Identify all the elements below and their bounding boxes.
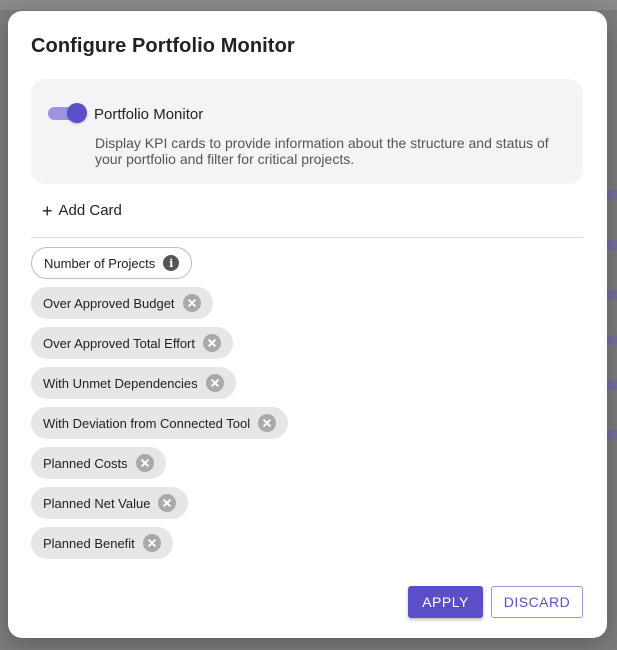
toggle-thumb xyxy=(67,103,87,123)
kpi-card-chip[interactable]: Planned Benefit xyxy=(31,527,173,559)
kpi-card-label: With Unmet Dependencies xyxy=(43,375,198,391)
background-decoration xyxy=(607,430,617,440)
kpi-card-chip[interactable]: Planned Net Value xyxy=(31,487,189,519)
close-icon[interactable] xyxy=(135,454,154,472)
background-decoration xyxy=(607,290,617,300)
close-icon[interactable] xyxy=(142,534,161,552)
kpi-card-chip[interactable]: Planned Costs xyxy=(31,447,166,479)
close-icon[interactable] xyxy=(205,374,224,392)
background-decoration xyxy=(607,190,617,200)
background-decoration xyxy=(607,380,617,390)
kpi-card-label: Planned Benefit xyxy=(43,535,135,551)
background-decoration xyxy=(607,240,617,250)
discard-button[interactable]: DISCARD xyxy=(491,586,583,618)
portfolio-monitor-description: Display KPI cards to provide information… xyxy=(95,135,549,167)
dialog-title: Configure Portfolio Monitor xyxy=(31,35,295,57)
portfolio-monitor-toggle[interactable] xyxy=(48,103,87,123)
background-page xyxy=(0,0,617,10)
configure-portfolio-monitor-dialog: Configure Portfolio Monitor Portfolio Mo… xyxy=(8,11,607,638)
kpi-card-chip[interactable]: With Deviation from Connected Tool xyxy=(31,407,289,439)
kpi-card-chip[interactable]: With Unmet Dependencies xyxy=(31,367,236,399)
kpi-card-chip[interactable]: Over Approved Total Effort xyxy=(31,327,233,359)
kpi-card-chip[interactable]: Over Approved Budget xyxy=(31,287,213,319)
divider xyxy=(31,237,583,238)
kpi-card-label: Planned Costs xyxy=(43,455,128,471)
close-icon[interactable] xyxy=(203,334,221,352)
info-icon[interactable]: i xyxy=(163,255,180,271)
apply-button[interactable]: APPLY xyxy=(408,586,483,618)
kpi-card-label: Over Approved Budget xyxy=(43,295,175,311)
add-card-label: Add Card xyxy=(58,202,122,219)
close-icon[interactable] xyxy=(182,294,201,312)
plus-icon: + xyxy=(42,200,53,221)
close-icon[interactable] xyxy=(158,494,177,512)
add-card-button[interactable]: + Add Card xyxy=(42,200,122,221)
close-icon[interactable] xyxy=(258,414,277,432)
kpi-card-list: Number of Projects i Over Approved Budge… xyxy=(31,247,289,559)
background-decoration xyxy=(607,335,617,345)
kpi-card-label: With Deviation from Connected Tool xyxy=(43,415,251,431)
kpi-card-label: Planned Net Value xyxy=(43,495,151,511)
portfolio-monitor-section: Portfolio Monitor Display KPI cards to p… xyxy=(31,79,583,184)
kpi-card-label: Number of Projects xyxy=(44,255,156,271)
portfolio-monitor-label: Portfolio Monitor xyxy=(94,106,204,123)
kpi-card-chip[interactable]: Number of Projects i xyxy=(31,247,193,279)
kpi-card-label: Over Approved Total Effort xyxy=(43,335,195,351)
